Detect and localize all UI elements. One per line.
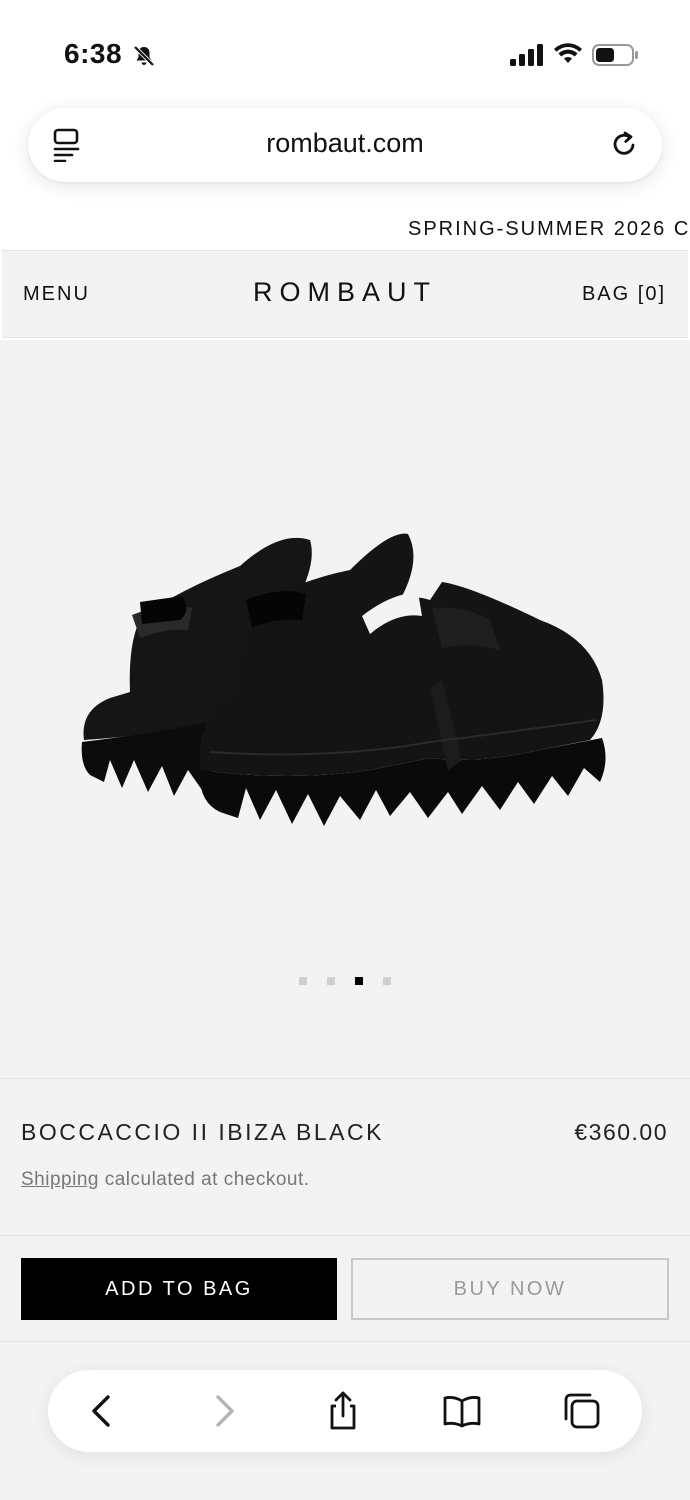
gallery-dot[interactable] xyxy=(383,977,391,985)
product-gallery[interactable] xyxy=(0,340,690,1078)
buy-now-button[interactable]: BUY NOW xyxy=(351,1258,669,1320)
forward-icon[interactable] xyxy=(204,1391,244,1431)
announcement-text: SPRING-SUMMER 2026 C xyxy=(408,218,690,240)
address-bar[interactable]: rombaut.com xyxy=(28,108,662,182)
announcement-bar: SPRING-SUMMER 2026 C xyxy=(0,210,690,250)
shipping-text: calculated at checkout. xyxy=(98,1169,310,1190)
browser-bottom-area xyxy=(0,1342,690,1500)
browser-toolbar xyxy=(48,1370,642,1452)
product-image xyxy=(81,533,606,826)
battery-icon xyxy=(592,44,638,66)
gallery-dot-active[interactable] xyxy=(355,977,363,985)
purchase-actions: ADD TO BAG BUY NOW xyxy=(0,1236,690,1342)
silent-bell-icon xyxy=(133,45,155,67)
product-info: BOCCACCIO II IBIZA BLACK €360.00 Shippin… xyxy=(0,1078,690,1236)
shipping-link[interactable]: Shipping xyxy=(21,1169,99,1190)
site-header: MENU ROMBAUT BAG [0] xyxy=(2,250,688,338)
url-text[interactable]: rombaut.com xyxy=(28,128,662,159)
gallery-dot[interactable] xyxy=(327,977,335,985)
status-time: 6:38 xyxy=(64,38,123,69)
reload-icon[interactable] xyxy=(608,128,640,160)
gallery-pagination[interactable] xyxy=(0,972,690,990)
status-bar: 6:38 xyxy=(0,0,690,100)
wifi-icon xyxy=(554,43,582,63)
gallery-dot[interactable] xyxy=(299,977,307,985)
product-name: BOCCACCIO II IBIZA BLACK xyxy=(21,1119,384,1145)
add-to-bag-button[interactable]: ADD TO BAG xyxy=(21,1258,337,1320)
cellular-signal-icon xyxy=(510,44,543,66)
bag-button[interactable]: BAG [0] xyxy=(582,283,666,306)
tabs-icon[interactable] xyxy=(562,1391,602,1431)
back-icon[interactable] xyxy=(82,1391,122,1431)
shipping-note: Shipping calculated at checkout. xyxy=(21,1169,310,1191)
share-icon[interactable] xyxy=(323,1391,363,1431)
product-price: €360.00 xyxy=(574,1119,668,1145)
bookmarks-icon[interactable] xyxy=(442,1391,482,1431)
